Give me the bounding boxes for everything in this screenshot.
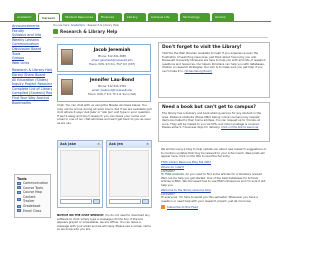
- book-delivery-heading: Need a book but can't get to campus?: [162, 105, 256, 110]
- tab-careers[interactable]: Careers: [38, 13, 60, 21]
- contact-name: Jacob Jeremiah: [93, 48, 131, 53]
- contact-name: Jennifer Lau-Bond: [89, 78, 135, 83]
- close-icon[interactable]: ×: [146, 141, 149, 148]
- right-column: Don't forget to visit the Library! Visit…: [158, 42, 271, 265]
- chat-widget-jake[interactable]: Ask Jake ×: [57, 140, 103, 208]
- breadcrumb-link-academics[interactable]: Academics: [71, 24, 85, 27]
- tool-email-class[interactable]: Email Class: [17, 209, 48, 214]
- breadcrumb: You are here: Academics › Research & Lib…: [53, 24, 119, 27]
- contact-card-jennifer: Jennifer Lau-Bond Phone: 312-341-2301 em…: [57, 74, 151, 102]
- page-icon: [53, 29, 58, 34]
- contact-card-jacob: Jacob Jeremiah Phone: 312-341-3965 email…: [57, 44, 151, 72]
- visit-library-box: Don't forget to visit the Library! Visit…: [158, 42, 270, 98]
- chat-widget-jen[interactable]: Ask Jen ×: [106, 140, 152, 208]
- chat-input[interactable]: [109, 199, 141, 204]
- rss-icon: [161, 205, 165, 209]
- tab-student-resources[interactable]: Student Resources: [62, 13, 96, 21]
- chat-widget-header: Ask Jake ×: [58, 141, 102, 148]
- close-icon[interactable]: ×: [97, 141, 100, 148]
- content-tracker-icon: [17, 197, 21, 201]
- course-map-icon: [17, 190, 21, 194]
- chat-instructions: Chat: You can chat with us using the Mee…: [57, 103, 152, 125]
- contact-phone: Phone: 312-341-3965: [97, 55, 127, 58]
- contact-email[interactable]: email: jjeremiah@roosevelt.edu: [76, 59, 148, 62]
- gradebook-icon: [17, 204, 21, 208]
- tools-box: Tools Communication Course Tools Course …: [14, 174, 51, 218]
- top-tab-bar: Academic Careers Student Resources Finan…: [0, 0, 271, 22]
- book-delivery-text: The library has a delivery and book-shar…: [162, 111, 262, 129]
- tab-alumni[interactable]: Alumni: [212, 13, 234, 21]
- send-button[interactable]: [93, 199, 100, 204]
- subscribe-feed-link[interactable]: Subscribe to this Feed: [161, 205, 267, 209]
- tool-content-tracker[interactable]: Content Tracker: [17, 195, 48, 204]
- chat-notice: NOTICE ON THE CHAT SERVICE: You do not n…: [57, 213, 153, 232]
- contact-hours: Hours: M-W, 9-5 hrs, Th-F 9-5 (CST): [89, 63, 135, 66]
- blog-intro: We will be using a blog to help update y…: [161, 147, 267, 158]
- chat-log: [60, 150, 100, 197]
- tab-technology[interactable]: Technology: [180, 13, 210, 21]
- communication-icon: [17, 181, 21, 185]
- title-divider: [53, 37, 268, 38]
- page-title-text: Research & Library Help: [60, 29, 118, 34]
- nav-bookmarks[interactable]: Bookmarks: [0, 101, 52, 106]
- profile-photo: [61, 79, 73, 95]
- email-icon: [17, 209, 21, 213]
- contact-phone: Phone: 312-341-2301: [97, 85, 127, 88]
- book-delivery-box: Need a book but can't get to campus? The…: [158, 102, 270, 142]
- chat-log: [109, 150, 149, 197]
- visit-library-text: Visit the the Web librarian available to…: [162, 51, 266, 73]
- blog-post-excerpt: Hi everyone, I'm here to assist you this…: [161, 195, 258, 203]
- chat-input[interactable]: [60, 199, 92, 204]
- profile-photo: [61, 49, 73, 65]
- visit-library-heading: Don't forget to visit the Library!: [162, 45, 242, 50]
- chat-widget-header: Ask Jen ×: [107, 141, 151, 148]
- send-button[interactable]: [142, 199, 149, 204]
- contact-hours: Hours: M-W, F 9-5, Th 1-8, Sun (chat): [87, 93, 137, 96]
- schaumburg-room-link[interactable]: (Schaumburg Room): [185, 69, 213, 73]
- left-navigation: Announcements Faculty Syllabus and Info …: [0, 24, 52, 265]
- page-title: Research & Library Help: [53, 29, 117, 34]
- course-tools-icon: [17, 186, 21, 190]
- notice-text: You do not need to download any software…: [57, 213, 151, 231]
- tab-campus-life[interactable]: Campus Life: [148, 13, 178, 21]
- tab-library[interactable]: Library: [124, 13, 146, 21]
- contact-email[interactable]: email: jlaubond@roosevelt.edu: [76, 89, 148, 92]
- book-delivery-link[interactable]: Click on the link to see how.: [221, 125, 259, 129]
- tab-bar-rule: [0, 21, 271, 22]
- blog-box: We will be using a blog to help update y…: [158, 146, 270, 264]
- tab-academic[interactable]: Academic: [14, 13, 36, 21]
- blog-title-link[interactable]: T560 Library Resource Blog Fall 2007: [161, 160, 267, 165]
- blog-post-excerpt: Hi T560 students, do you need to find so…: [161, 172, 266, 187]
- tab-finances[interactable]: Finances: [98, 13, 122, 21]
